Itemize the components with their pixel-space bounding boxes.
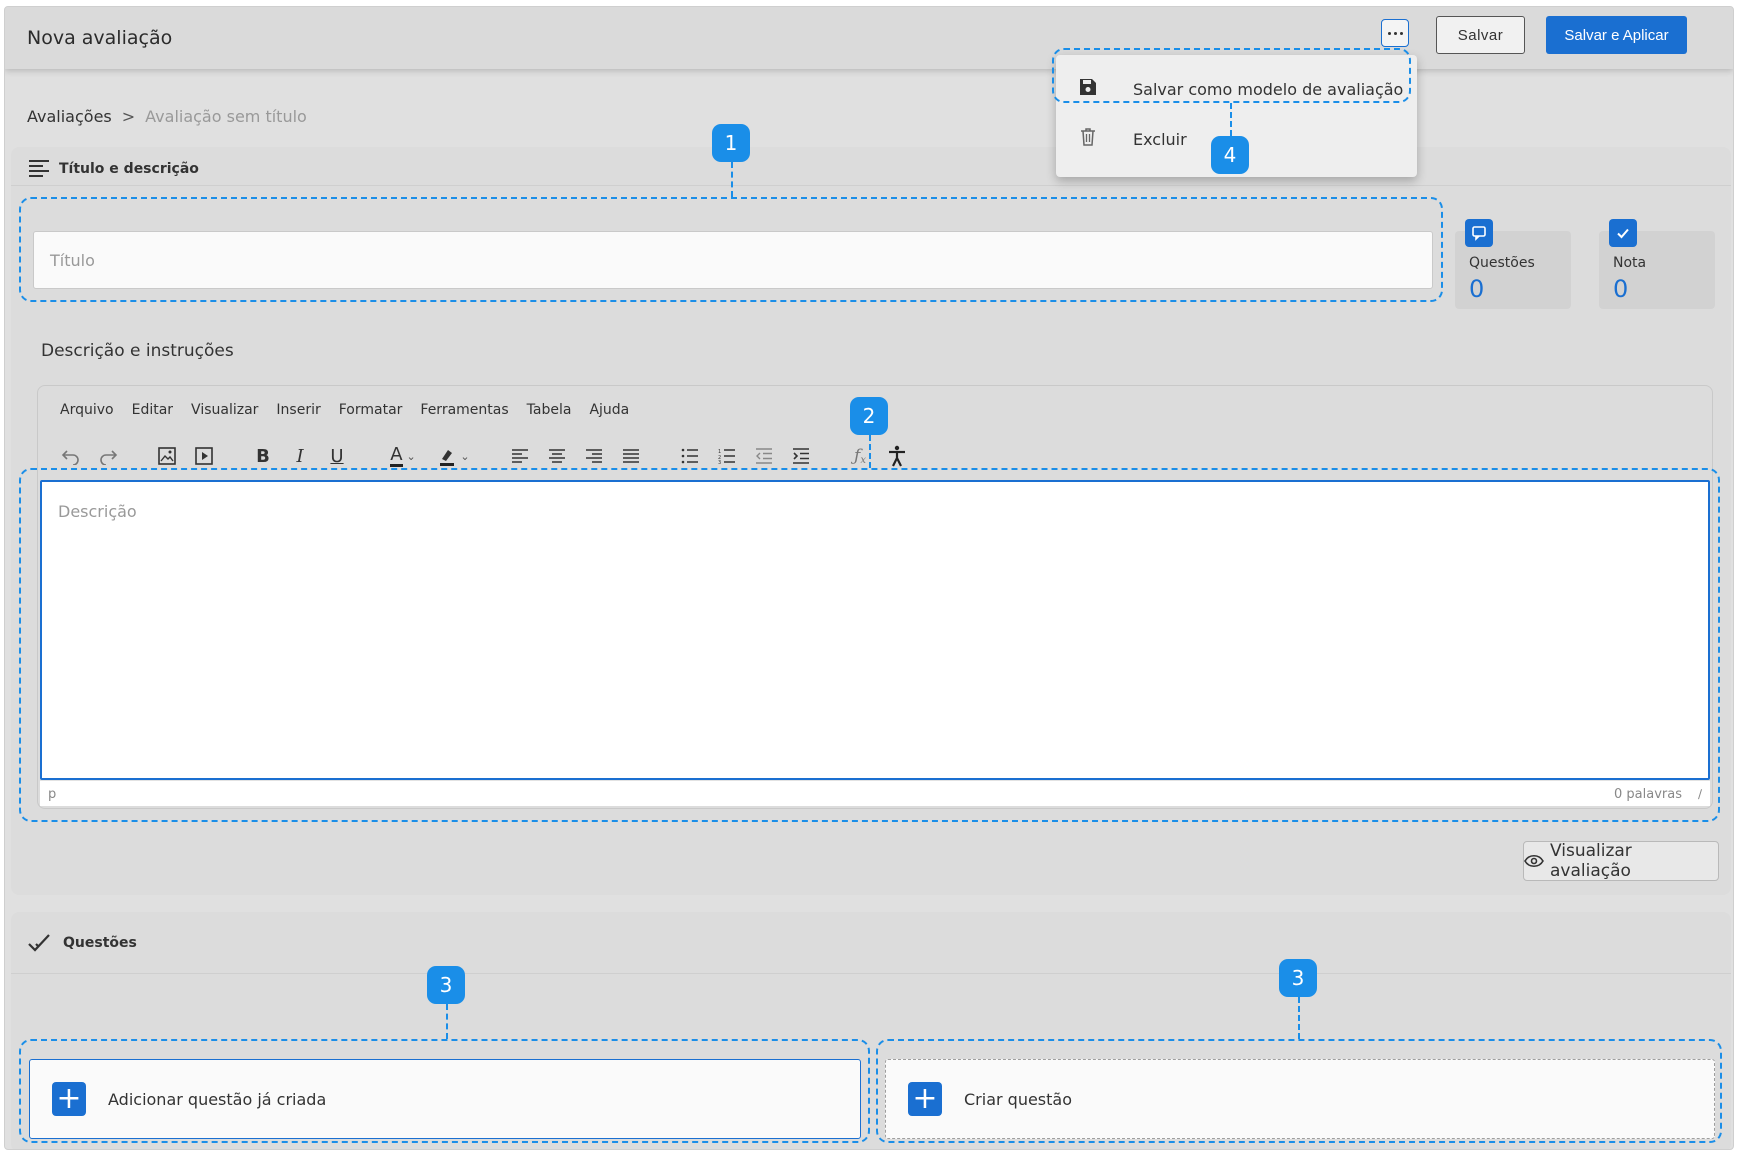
callout-line-3a xyxy=(446,1004,448,1039)
page-title: Nova avaliação xyxy=(27,27,173,49)
menu-tabela[interactable]: Tabela xyxy=(527,402,572,418)
questions-stat-label: Questões xyxy=(1469,255,1535,271)
create-question-label: Criar questão xyxy=(964,1089,1073,1109)
menu-editar[interactable]: Editar xyxy=(132,402,173,418)
more-dots-icon xyxy=(1387,31,1391,35)
delete-label: Excluir xyxy=(1133,129,1187,149)
save-and-apply-button[interactable]: Salvar e Aplicar xyxy=(1546,16,1687,54)
italic-icon[interactable]: I xyxy=(285,442,315,470)
grade-stat-card: Nota 0 xyxy=(1599,219,1715,309)
menu-ajuda[interactable]: Ajuda xyxy=(589,402,629,418)
element-path: p xyxy=(48,787,57,802)
double-check-icon xyxy=(28,934,50,952)
title-section-heading: Título e descrição xyxy=(59,160,199,177)
callout-badge-4: 4 xyxy=(1211,136,1249,174)
svg-text:3: 3 xyxy=(718,460,721,464)
underline-icon[interactable]: U xyxy=(322,442,352,470)
editor-toolbar: B I U A ⌄ ⌄ 123 ƒ x xyxy=(56,442,919,470)
questions-divider xyxy=(11,973,1731,974)
callout-line-2 xyxy=(869,435,871,468)
grade-stat-label: Nota xyxy=(1613,255,1647,271)
accessibility-icon[interactable] xyxy=(882,442,912,470)
top-bar: Nova avaliação Salvar Salvar e Aplicar xyxy=(5,7,1733,69)
insert-image-icon[interactable] xyxy=(152,442,182,470)
eye-icon xyxy=(1524,854,1544,868)
align-right-icon[interactable] xyxy=(579,442,609,470)
plus-icon: + xyxy=(52,1082,86,1116)
callout-badge-2: 2 xyxy=(850,397,888,435)
highlight-color-icon[interactable]: ⌄ xyxy=(432,442,476,470)
callout-line-4 xyxy=(1230,103,1232,136)
rich-text-editor: Arquivo Editar Visualizar Inserir Format… xyxy=(37,385,1713,809)
more-options-button[interactable] xyxy=(1381,19,1409,47)
breadcrumb-parent-link[interactable]: Avaliações xyxy=(27,107,112,126)
more-dots-icon-dot xyxy=(1393,31,1397,35)
add-existing-question-label: Adicionar questão já criada xyxy=(108,1089,327,1109)
preview-label: Visualizar avaliação xyxy=(1549,841,1632,881)
questions-section-header: Questões xyxy=(27,932,137,954)
breadcrumb-separator: > xyxy=(121,107,136,126)
menu-inserir[interactable]: Inserir xyxy=(276,402,320,418)
resize-handle-icon[interactable]: ∕ xyxy=(1698,787,1702,801)
questions-stat-card: Questões 0 xyxy=(1455,219,1571,309)
undo-icon[interactable] xyxy=(56,442,86,470)
insert-media-icon[interactable] xyxy=(189,442,219,470)
callout-badge-1: 1 xyxy=(712,124,750,162)
align-left-icon[interactable] xyxy=(505,442,535,470)
bold-icon[interactable]: B xyxy=(248,442,278,470)
add-existing-question-card[interactable]: + Adicionar questão já criada xyxy=(29,1059,861,1139)
menu-ferramentas[interactable]: Ferramentas xyxy=(420,402,508,418)
description-label: Descrição e instruções xyxy=(41,341,234,361)
callout-line-3b xyxy=(1298,997,1300,1039)
redo-icon[interactable] xyxy=(93,442,123,470)
indent-icon[interactable] xyxy=(786,442,816,470)
floppy-disk-icon xyxy=(1078,77,1098,101)
align-center-icon[interactable] xyxy=(542,442,572,470)
callout-badge-3b: 3 xyxy=(1279,959,1317,997)
more-dots-icon-dot xyxy=(1399,31,1403,35)
title-section-header: Título e descrição xyxy=(29,157,199,180)
numbered-list-icon[interactable]: 123 xyxy=(712,442,742,470)
create-question-card[interactable]: + Criar questão xyxy=(885,1059,1715,1139)
callout-line-1 xyxy=(731,162,733,197)
word-count: 0 palavras xyxy=(1614,787,1682,802)
app-window: Nova avaliação Salvar Salvar e Aplicar A… xyxy=(4,6,1734,1150)
checkmark-icon xyxy=(1609,219,1637,247)
menu-visualizar[interactable]: Visualizar xyxy=(191,402,258,418)
breadcrumb-current: Avaliação sem título xyxy=(145,107,307,126)
callout-badge-3a: 3 xyxy=(427,966,465,1004)
plus-icon: + xyxy=(908,1082,942,1116)
questions-section-heading: Questões xyxy=(63,935,137,951)
editor-menubar: Arquivo Editar Visualizar Inserir Format… xyxy=(60,402,629,418)
align-justify-icon[interactable] xyxy=(616,442,646,470)
save-as-template-label: Salvar como modelo de avaliação xyxy=(1133,79,1404,99)
trash-icon xyxy=(1078,127,1098,151)
save-button[interactable]: Salvar xyxy=(1436,16,1525,54)
editor-statusbar: p 0 palavras ∕ xyxy=(40,780,1710,806)
text-lines-icon xyxy=(29,157,49,180)
menu-arquivo[interactable]: Arquivo xyxy=(60,402,114,418)
bullet-list-icon[interactable] xyxy=(675,442,705,470)
grade-stat-value: 0 xyxy=(1613,275,1629,303)
menu-formatar[interactable]: Formatar xyxy=(339,402,403,418)
breadcrumb: Avaliações > Avaliação sem título xyxy=(27,107,307,126)
preview-assessment-button[interactable]: Visualizar avaliação xyxy=(1523,841,1719,881)
section-divider xyxy=(11,185,1731,186)
title-input[interactable]: Título xyxy=(33,231,1433,289)
questions-stat-value: 0 xyxy=(1469,275,1485,303)
chat-bubble-icon xyxy=(1465,219,1493,247)
description-textarea[interactable]: Descrição xyxy=(40,480,1710,780)
outdent-icon[interactable] xyxy=(749,442,779,470)
text-color-icon[interactable]: A ⌄ xyxy=(381,442,425,470)
menu-item-save-as-template[interactable]: Salvar como modelo de avaliação xyxy=(1056,65,1417,113)
description-placeholder: Descrição xyxy=(58,502,137,521)
